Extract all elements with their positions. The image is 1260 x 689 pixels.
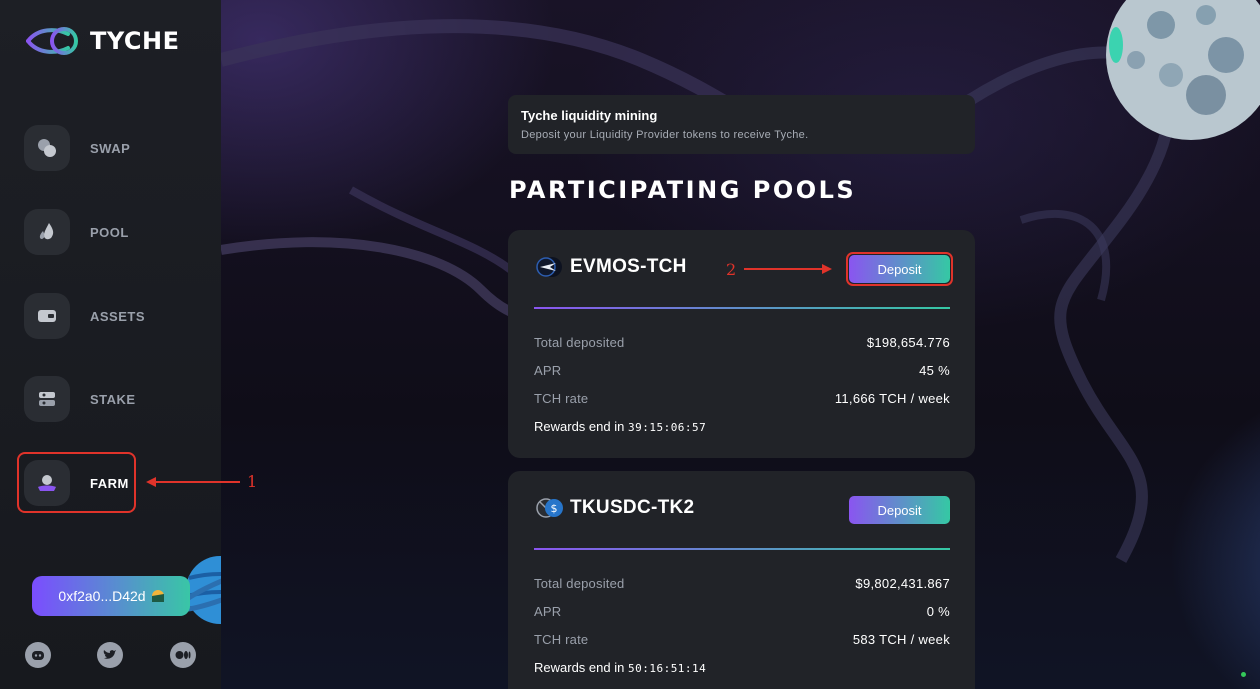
stat-label: Total deposited bbox=[534, 335, 625, 350]
annotation-arrow-1 bbox=[146, 477, 240, 487]
stat-value: $9,802,431.867 bbox=[855, 576, 950, 591]
farm-icon bbox=[24, 460, 70, 506]
banner-title: Tyche liquidity mining bbox=[521, 108, 658, 123]
pool-header: EVMOS-TCH bbox=[536, 256, 687, 278]
moon-illustration bbox=[1106, 0, 1260, 140]
twitter-icon[interactable] bbox=[97, 642, 123, 668]
stat-label: TCH rate bbox=[534, 632, 589, 647]
pool-card: $ TKUSDC-TK2 Deposit Total deposited $9,… bbox=[508, 471, 975, 689]
network-status-indicator bbox=[1241, 672, 1246, 677]
rewards-label: Rewards end in bbox=[534, 660, 625, 675]
sidebar-item-label: FARM bbox=[90, 475, 129, 491]
page-title: PARTICIPATING POOLS bbox=[509, 176, 857, 204]
pool-header: $ TKUSDC-TK2 bbox=[536, 497, 694, 519]
sidebar-item-label: SWAP bbox=[90, 140, 131, 156]
divider bbox=[534, 307, 950, 309]
stake-icon bbox=[24, 376, 70, 422]
deposit-button[interactable]: Deposit bbox=[849, 496, 950, 524]
stat-row-tch-rate: TCH rate 11,666 TCH / week bbox=[534, 391, 950, 406]
swap-icon bbox=[24, 125, 70, 171]
info-banner: Tyche liquidity mining Deposit your Liqu… bbox=[508, 95, 975, 154]
stat-value: 11,666 TCH / week bbox=[834, 391, 950, 406]
sidebar-item-assets[interactable]: ASSETS bbox=[24, 293, 145, 339]
stat-value: $198,654.776 bbox=[866, 335, 950, 350]
wallet-icon bbox=[24, 293, 70, 339]
stat-row-tch-rate: TCH rate 583 TCH / week bbox=[534, 632, 950, 647]
discord-icon[interactable] bbox=[25, 642, 51, 668]
sidebar-item-label: POOL bbox=[90, 224, 129, 240]
sidebar-item-label: STAKE bbox=[90, 391, 136, 407]
wallet-address: 0xf2a0...D42d bbox=[58, 588, 146, 604]
stat-label: APR bbox=[534, 363, 562, 378]
tkusdc-token-icon: $ bbox=[536, 498, 563, 518]
stat-value: 583 TCH / week bbox=[852, 632, 950, 647]
divider bbox=[534, 548, 950, 550]
stat-label: Total deposited bbox=[534, 576, 625, 591]
wallet-address-button[interactable]: 0xf2a0...D42d bbox=[32, 576, 190, 616]
pool-name: EVMOS-TCH bbox=[570, 256, 687, 277]
banner-subtitle: Deposit your Liquidity Provider tokens t… bbox=[521, 129, 809, 141]
stat-row-total-deposited: Total deposited $9,802,431.867 bbox=[534, 576, 950, 591]
rewards-countdown: Rewards end in 39:15:06:57 bbox=[534, 419, 706, 434]
rewards-timer: 39:15:06:57 bbox=[627, 421, 707, 434]
svg-text:$: $ bbox=[551, 502, 558, 515]
pool-name: TKUSDC-TK2 bbox=[570, 497, 695, 518]
stat-row-total-deposited: Total deposited $198,654.776 bbox=[534, 335, 950, 350]
medium-icon[interactable] bbox=[170, 642, 196, 668]
rewards-label: Rewards end in bbox=[534, 419, 625, 434]
wallet-avatar-icon bbox=[151, 590, 164, 602]
stat-row-apr: APR 45 % bbox=[534, 363, 950, 378]
stat-label: TCH rate bbox=[534, 391, 589, 406]
annotation-number-1: 1 bbox=[247, 472, 258, 491]
annotation-arrow-2 bbox=[744, 264, 832, 274]
deposit-button[interactable]: Deposit bbox=[849, 255, 950, 283]
stat-value: 0 % bbox=[926, 604, 950, 619]
sidebar-item-label: ASSETS bbox=[90, 308, 146, 324]
sidebar-item-farm[interactable]: FARM bbox=[24, 460, 129, 506]
evmos-token-icon bbox=[536, 257, 562, 277]
sidebar-item-swap[interactable]: SWAP bbox=[24, 125, 130, 171]
stat-label: APR bbox=[534, 604, 562, 619]
annotation-number-2: 2 bbox=[726, 260, 737, 279]
pool-icon bbox=[24, 209, 70, 255]
sidebar: TYCHE SWAP POOL ASSETS STAKE FARM 0xf2a0… bbox=[0, 0, 221, 689]
app-name: TYCHE bbox=[90, 27, 180, 55]
sidebar-item-stake[interactable]: STAKE bbox=[24, 376, 136, 422]
sidebar-item-pool[interactable]: POOL bbox=[24, 209, 129, 255]
stat-value: 45 % bbox=[919, 363, 950, 378]
rewards-timer: 50:16:51:14 bbox=[627, 662, 707, 675]
rewards-countdown: Rewards end in 50:16:51:14 bbox=[534, 660, 706, 675]
stat-row-apr: APR 0 % bbox=[534, 604, 950, 619]
app-logo[interactable]: TYCHE bbox=[26, 24, 180, 58]
tyche-logo-icon bbox=[26, 27, 78, 55]
